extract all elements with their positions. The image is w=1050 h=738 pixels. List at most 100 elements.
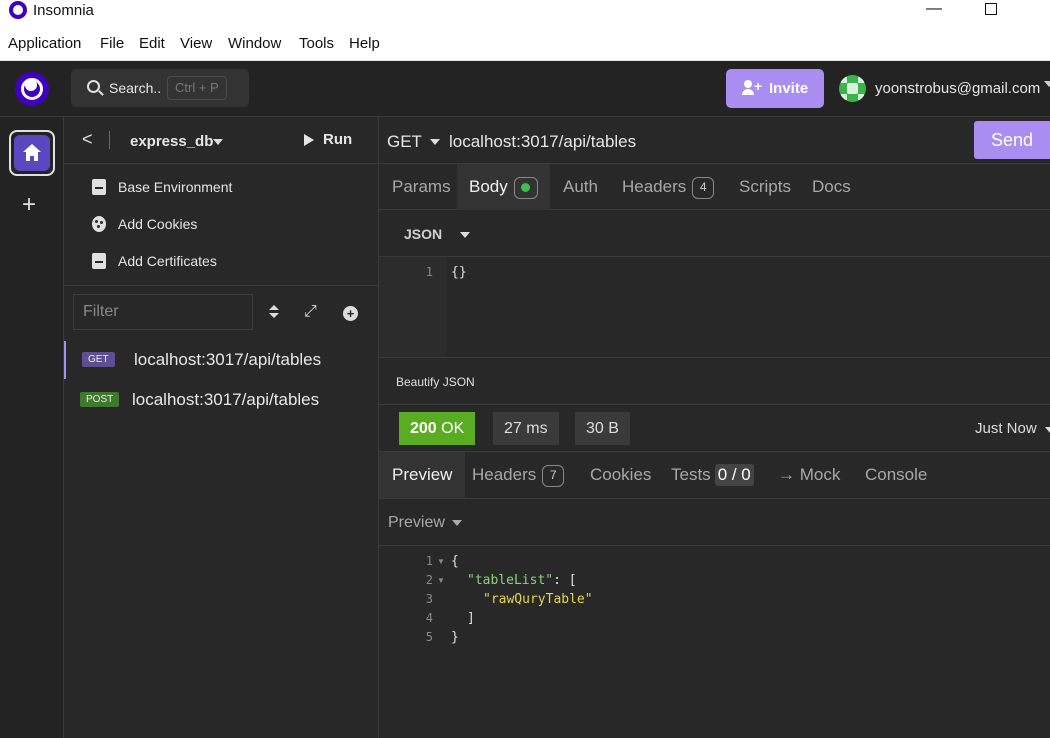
response-timestamp[interactable]: Just Now	[975, 420, 1037, 437]
left-rail: +	[0, 117, 64, 738]
tab-preview[interactable]: Preview	[379, 452, 466, 498]
add-project-button[interactable]: +	[22, 193, 36, 217]
request-item[interactable]: POST localhost:3017/api/tables	[64, 381, 379, 419]
add-circle-icon[interactable]: +	[343, 306, 358, 321]
menu-help[interactable]: Help	[349, 35, 380, 52]
method-badge: POST	[80, 392, 120, 407]
user-email[interactable]: yoonstrobus@gmail.com	[875, 80, 1040, 97]
code-line: {}	[451, 265, 467, 280]
tab-response-headers[interactable]: Headers 7	[472, 452, 565, 498]
tab-console[interactable]: Console	[865, 452, 927, 498]
response-body-viewer[interactable]: 1 ▼ { 2 ▼ "tableList": [ 3 "rawQuryTable…	[379, 546, 1050, 738]
tab-label: Scripts	[739, 177, 791, 196]
insomnia-logo-icon	[9, 1, 27, 19]
filter-input[interactable]	[74, 295, 252, 329]
run-label: Run	[323, 131, 353, 148]
search-icon	[87, 80, 100, 93]
response-size: 30 B	[575, 412, 630, 445]
play-icon	[304, 134, 314, 146]
request-url: localhost:3017/api/tables	[134, 350, 322, 369]
tab-label: Headers	[622, 177, 687, 196]
sort-icon[interactable]	[269, 305, 279, 319]
invite-button[interactable]: + Invite	[726, 69, 824, 108]
menu-edit[interactable]: Edit	[139, 35, 165, 52]
chevron-down-icon[interactable]	[1044, 81, 1050, 87]
line-number: 1	[425, 554, 433, 568]
minimize-button[interactable]: —	[911, 0, 957, 28]
send-button[interactable]: Send	[974, 121, 1050, 159]
certificate-icon	[92, 253, 106, 269]
menu-window[interactable]: Window	[228, 35, 281, 52]
response-tabs: Preview Headers 7 Cookies Tests 0 / 0 → Mo…	[379, 452, 1050, 499]
maximize-icon	[985, 3, 997, 15]
preview-mode-select[interactable]: Preview	[379, 499, 1050, 546]
fold-icon[interactable]: ▼	[437, 557, 445, 566]
add-user-icon: +	[742, 79, 762, 96]
divider	[109, 131, 110, 149]
tab-label: Headers	[472, 465, 537, 484]
tab-label: Preview	[392, 465, 453, 484]
preview-mode-label: Preview	[388, 514, 445, 531]
tab-body[interactable]: Body	[457, 164, 550, 210]
code-line: "tableList": [	[467, 573, 577, 588]
request-tabs: Params Body Auth Headers 4 Scripts Docs	[379, 164, 1050, 210]
search-shortcut: Ctrl + P	[167, 76, 227, 100]
tab-params[interactable]: Params	[379, 164, 464, 210]
tab-scripts[interactable]: Scripts	[739, 164, 791, 210]
tab-label: Params	[392, 177, 451, 196]
request-body-editor[interactable]: 1 {}	[379, 257, 1050, 358]
maximize-button[interactable]	[968, 0, 1014, 28]
back-button[interactable]: <	[82, 129, 93, 150]
menu-application[interactable]: Application	[8, 35, 81, 52]
body-type-select[interactable]: JSON	[379, 210, 1050, 257]
expand-icon[interactable]: ⤢	[304, 304, 317, 320]
method-badge: GET	[82, 352, 115, 367]
active-indicator-icon	[513, 176, 538, 199]
line-gutter	[379, 257, 446, 357]
request-item[interactable]: GET localhost:3017/api/tables	[64, 341, 379, 379]
divider	[64, 285, 379, 286]
json-key: "tableList"	[467, 573, 554, 588]
chevron-down-icon[interactable]	[213, 139, 223, 145]
home-button[interactable]	[9, 130, 55, 176]
chevron-down-icon[interactable]	[430, 139, 440, 145]
tab-label: Console	[865, 465, 928, 484]
status-text: OK	[441, 420, 465, 437]
tab-docs[interactable]: Docs	[812, 164, 851, 210]
chevron-down-icon[interactable]	[1045, 427, 1050, 433]
menu-tools[interactable]: Tools	[299, 35, 334, 52]
code-line: {	[451, 554, 459, 569]
menu-file[interactable]: File	[100, 35, 124, 52]
search-button[interactable]: Search.. Ctrl + P	[71, 69, 249, 107]
avatar[interactable]	[839, 75, 866, 102]
line-number: 3	[425, 592, 433, 606]
tab-tests[interactable]: Tests 0 / 0	[671, 452, 754, 498]
url-bar: GET localhost:3017/api/tables Send	[379, 117, 1050, 164]
sidebar-link-label: Base Environment	[118, 179, 233, 195]
insomnia-brand-icon[interactable]	[15, 72, 49, 106]
fold-icon[interactable]: ▼	[437, 576, 445, 585]
line-number: 4	[425, 611, 433, 625]
method-select[interactable]: GET	[387, 132, 422, 152]
cookie-icon	[92, 216, 106, 232]
beautify-json-button[interactable]: Beautify JSON	[379, 358, 1050, 405]
close-button[interactable]: X	[1035, 0, 1050, 28]
filter-field[interactable]	[73, 294, 253, 330]
tab-auth[interactable]: Auth	[563, 164, 598, 210]
tab-label: Cookies	[590, 465, 652, 484]
code-line: ]	[467, 611, 475, 626]
tab-mock[interactable]: → Mock	[778, 452, 840, 498]
project-name[interactable]: express_db	[130, 133, 213, 150]
tab-cookies[interactable]: Cookies	[590, 452, 651, 498]
tab-headers[interactable]: Headers 4	[622, 164, 715, 210]
window-title-bar: Insomnia — X	[0, 0, 1050, 28]
code-line: }	[451, 630, 459, 645]
url-input[interactable]: localhost:3017/api/tables	[449, 132, 636, 152]
sidebar: < express_db Run Base Environment Add Co…	[64, 117, 379, 738]
menu-view[interactable]: View	[180, 35, 212, 52]
search-label: Search..	[109, 80, 162, 96]
window-title: Insomnia	[33, 2, 94, 19]
home-icon	[23, 144, 41, 162]
divider	[64, 163, 379, 164]
menu-bar: Application File Edit View Window Tools …	[0, 28, 1050, 61]
